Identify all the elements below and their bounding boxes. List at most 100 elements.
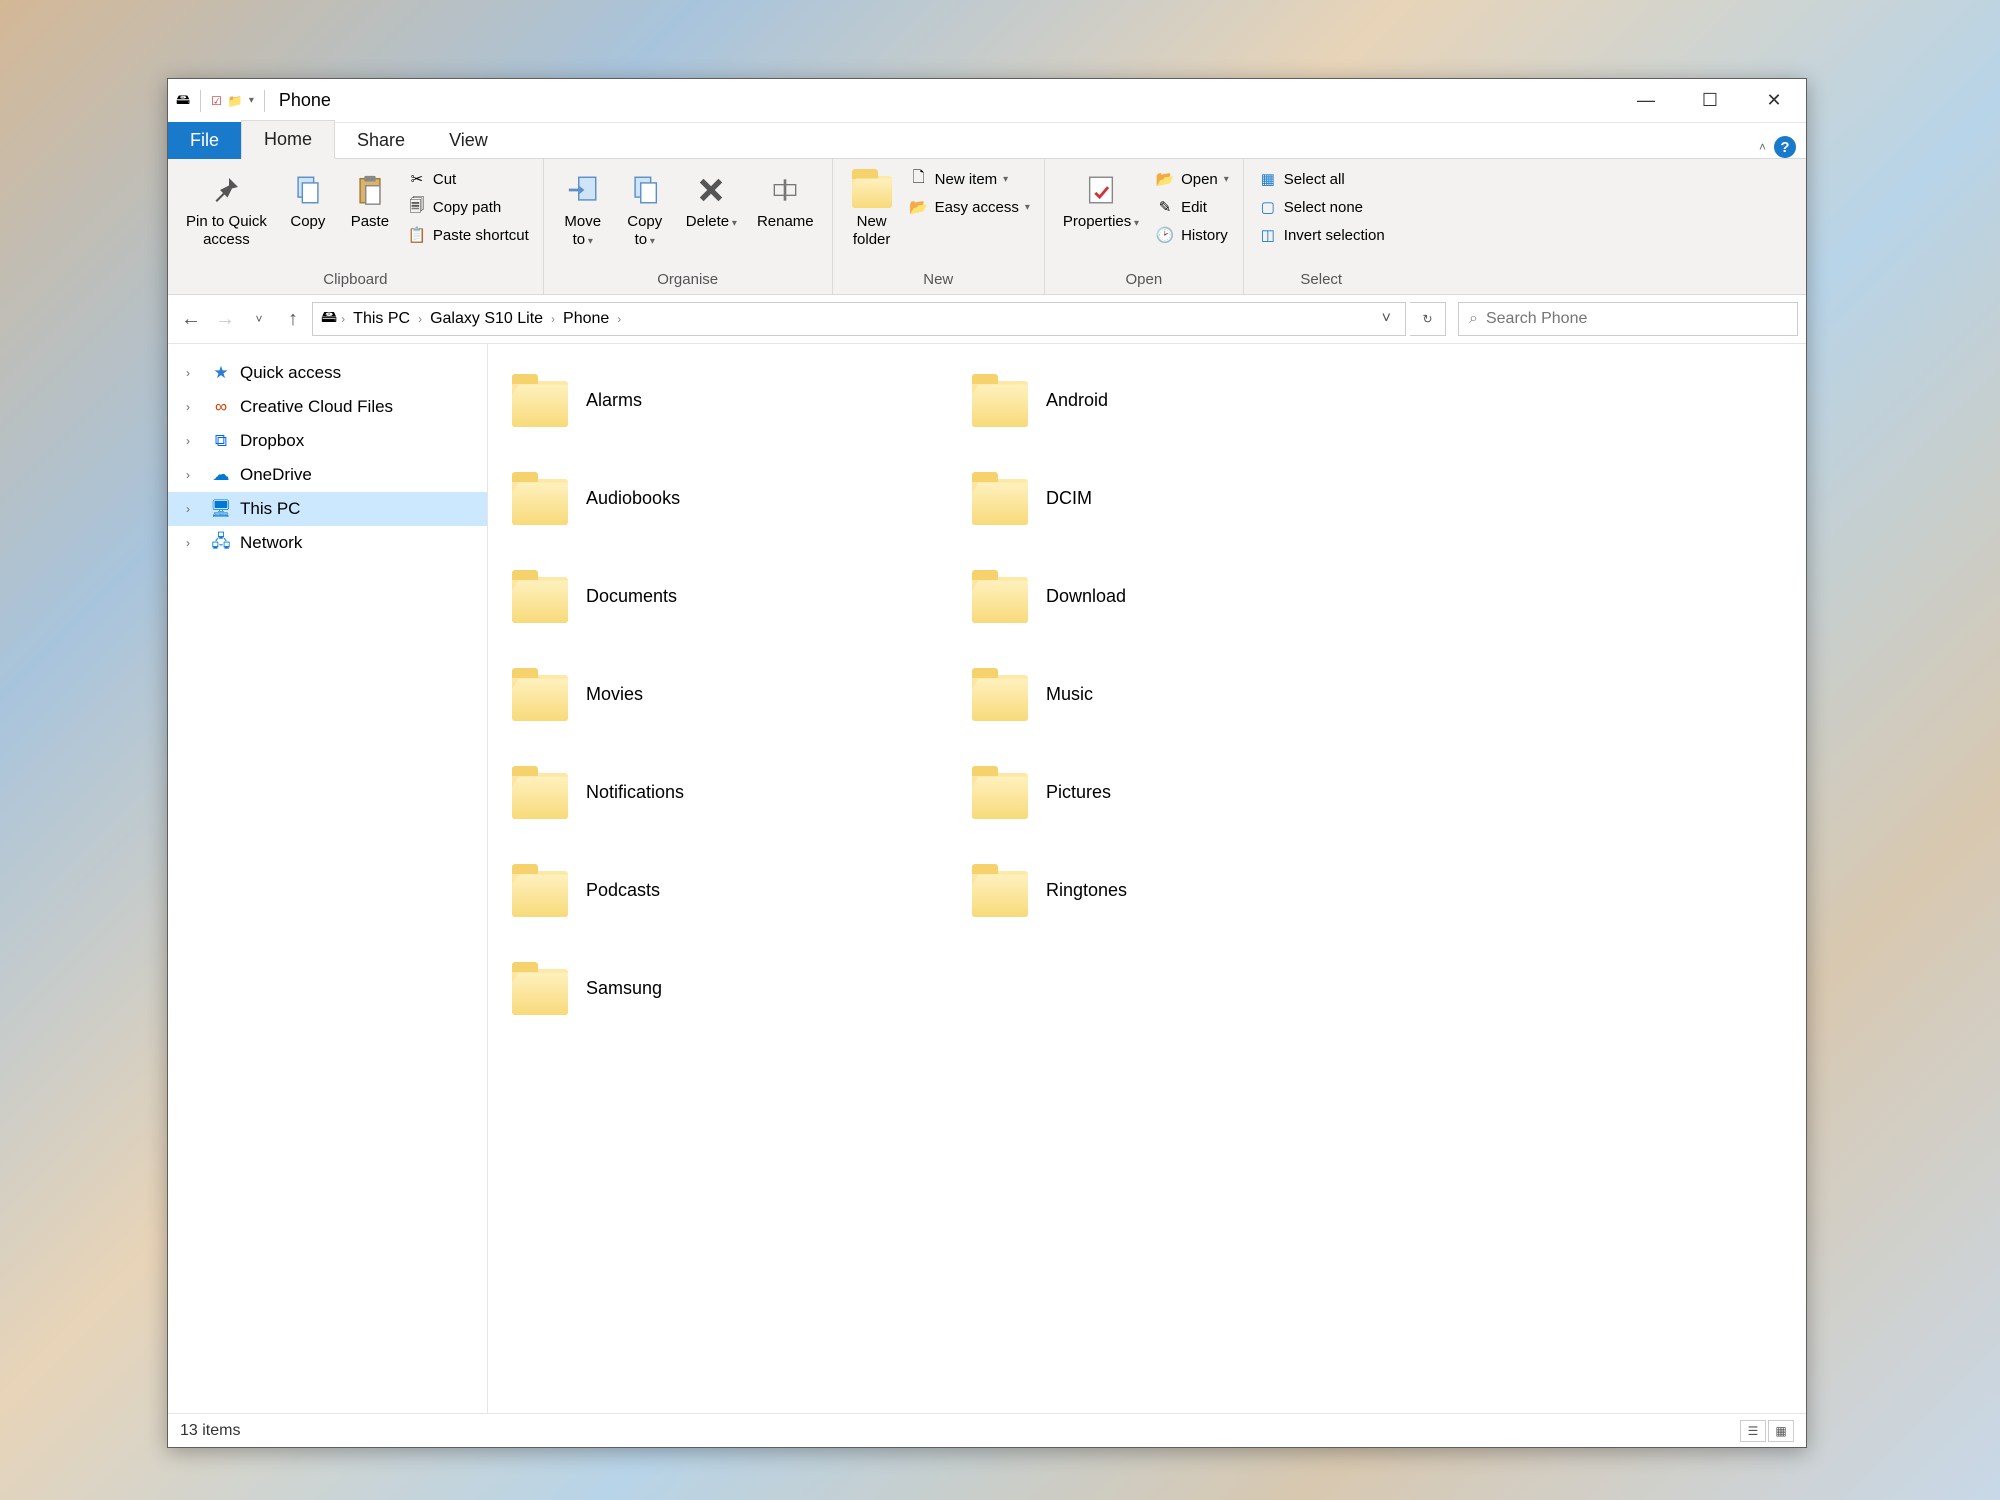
select-none-button[interactable]: ▢Select none	[1254, 195, 1389, 219]
ribbon-tabs: File Home Share View ˄ ?	[168, 123, 1806, 159]
expand-icon[interactable]: ›	[186, 366, 202, 380]
move-to-button[interactable]: Move to	[554, 165, 612, 253]
expand-icon[interactable]: ›	[186, 434, 202, 448]
expand-icon[interactable]: ›	[186, 502, 202, 516]
edit-button[interactable]: ✎Edit	[1151, 195, 1233, 219]
new-item-icon: 🗋	[909, 169, 929, 189]
easy-access-button[interactable]: 📂Easy access	[905, 195, 1034, 219]
cut-button[interactable]: ✂Cut	[403, 167, 533, 191]
folder-icon	[972, 767, 1028, 817]
search-icon: ⌕	[1469, 310, 1478, 328]
tab-home[interactable]: Home	[241, 120, 335, 159]
folder-ringtones[interactable]: Ringtones	[968, 844, 1408, 936]
properties-qat-icon[interactable]: ☑	[211, 94, 222, 108]
breadcrumb-phone[interactable]: Phone	[559, 308, 613, 330]
qat-dropdown-icon[interactable]: ▾	[249, 95, 254, 106]
folder-icon	[972, 473, 1028, 523]
select-none-icon: ▢	[1258, 197, 1278, 217]
paste-shortcut-button[interactable]: 📋Paste shortcut	[403, 223, 533, 247]
folder-icon	[512, 865, 568, 915]
collapse-ribbon-icon[interactable]: ˄	[1759, 140, 1766, 154]
chevron-icon[interactable]: ›	[617, 312, 621, 326]
quick-access-toolbar: 🖴 ☑ 📁 ▾	[176, 89, 269, 113]
back-button[interactable]: ←	[176, 304, 206, 334]
folder-pictures[interactable]: Pictures	[968, 746, 1408, 838]
chevron-icon[interactable]: ›	[551, 312, 555, 326]
dropbox-icon: ⧉	[210, 430, 232, 452]
select-all-button[interactable]: ▦Select all	[1254, 167, 1389, 191]
icons-view-button[interactable]: ▦	[1768, 1420, 1794, 1442]
new-folder-button[interactable]: New folder	[843, 165, 901, 253]
tab-file[interactable]: File	[168, 122, 241, 159]
tab-view[interactable]: View	[427, 122, 510, 159]
folder-audiobooks[interactable]: Audiobooks	[508, 452, 948, 544]
folder-music[interactable]: Music	[968, 648, 1408, 740]
body: › ★ Quick access› ∞ Creative Cloud Files…	[168, 343, 1806, 1413]
folder-samsung[interactable]: Samsung	[508, 942, 948, 1034]
address-dropdown-icon[interactable]: ˅	[1376, 310, 1397, 328]
sidebar-item-onedrive[interactable]: › ☁ OneDrive	[168, 458, 487, 492]
history-button[interactable]: 🕑History	[1151, 223, 1233, 247]
folder-podcasts[interactable]: Podcasts	[508, 844, 948, 936]
tab-share[interactable]: Share	[335, 122, 427, 159]
folder-alarms[interactable]: Alarms	[508, 354, 948, 446]
help-icon[interactable]: ?	[1774, 136, 1796, 158]
group-clipboard: Pin to Quick access Copy Paste ✂Cut 🗐Cop…	[168, 159, 544, 294]
sidebar-item-network[interactable]: › 🖧 Network	[168, 526, 487, 560]
folder-android[interactable]: Android	[968, 354, 1408, 446]
breadcrumb-device[interactable]: Galaxy S10 Lite	[426, 308, 547, 330]
copy-path-icon: 🗐	[407, 197, 427, 217]
close-button[interactable]: ✕	[1742, 79, 1806, 123]
folder-dcim[interactable]: DCIM	[968, 452, 1408, 544]
folder-notifications[interactable]: Notifications	[508, 746, 948, 838]
folder-movies[interactable]: Movies	[508, 648, 948, 740]
details-view-button[interactable]: ☰	[1740, 1420, 1766, 1442]
copy-path-button[interactable]: 🗐Copy path	[403, 195, 533, 219]
folder-qat-icon[interactable]: 📁	[228, 94, 243, 108]
paste-shortcut-icon: 📋	[407, 225, 427, 245]
copy-to-icon	[624, 169, 666, 211]
up-button[interactable]: ↑	[278, 304, 308, 334]
rename-button[interactable]: Rename	[749, 165, 822, 235]
folder-download[interactable]: Download	[968, 550, 1408, 642]
expand-icon[interactable]: ›	[186, 468, 202, 482]
expand-icon[interactable]: ›	[186, 536, 202, 550]
cc-icon: ∞	[210, 396, 232, 418]
chevron-icon[interactable]: ›	[341, 312, 345, 326]
chevron-icon[interactable]: ›	[418, 312, 422, 326]
sidebar-item-this-pc[interactable]: › 🖥 This PC	[168, 492, 487, 526]
sidebar-item-quick-access[interactable]: › ★ Quick access	[168, 356, 487, 390]
breadcrumb-this-pc[interactable]: This PC	[349, 308, 414, 330]
separator	[264, 90, 265, 112]
search-input[interactable]	[1486, 310, 1787, 328]
new-item-button[interactable]: 🗋New item	[905, 167, 1034, 191]
pin-to-quick-access-button[interactable]: Pin to Quick access	[178, 165, 275, 253]
item-count: 13 items	[180, 1422, 240, 1440]
folder-documents[interactable]: Documents	[508, 550, 948, 642]
copy-to-button[interactable]: Copy to	[616, 165, 674, 253]
delete-button[interactable]: Delete	[678, 165, 745, 235]
open-button[interactable]: 📂Open	[1151, 167, 1233, 191]
delete-icon	[690, 169, 732, 211]
edit-icon: ✎	[1155, 197, 1175, 217]
device-icon: 🖴	[321, 306, 337, 333]
folder-label: Documents	[586, 586, 677, 607]
copy-button[interactable]: Copy	[279, 165, 337, 235]
forward-button[interactable]: →	[210, 304, 240, 334]
address-bar[interactable]: 🖴 › This PC › Galaxy S10 Lite › Phone › …	[312, 302, 1406, 336]
expand-icon[interactable]: ›	[186, 400, 202, 414]
properties-button[interactable]: Properties	[1055, 165, 1147, 235]
invert-selection-button[interactable]: ◫Invert selection	[1254, 223, 1389, 247]
sidebar-item-creative-cloud-files[interactable]: › ∞ Creative Cloud Files	[168, 390, 487, 424]
maximize-button[interactable]: ☐	[1678, 79, 1742, 123]
paste-button[interactable]: Paste	[341, 165, 399, 235]
group-label: Clipboard	[178, 269, 533, 292]
sidebar-item-dropbox[interactable]: › ⧉ Dropbox	[168, 424, 487, 458]
recent-locations-button[interactable]: ˅	[244, 304, 274, 334]
status-bar: 13 items ☰ ▦	[168, 1413, 1806, 1447]
network-icon: 🖧	[210, 532, 232, 554]
group-label: Open	[1055, 269, 1233, 292]
search-box[interactable]: ⌕	[1458, 302, 1798, 336]
minimize-button[interactable]: —	[1614, 79, 1678, 123]
refresh-button[interactable]: ↻	[1410, 302, 1446, 336]
